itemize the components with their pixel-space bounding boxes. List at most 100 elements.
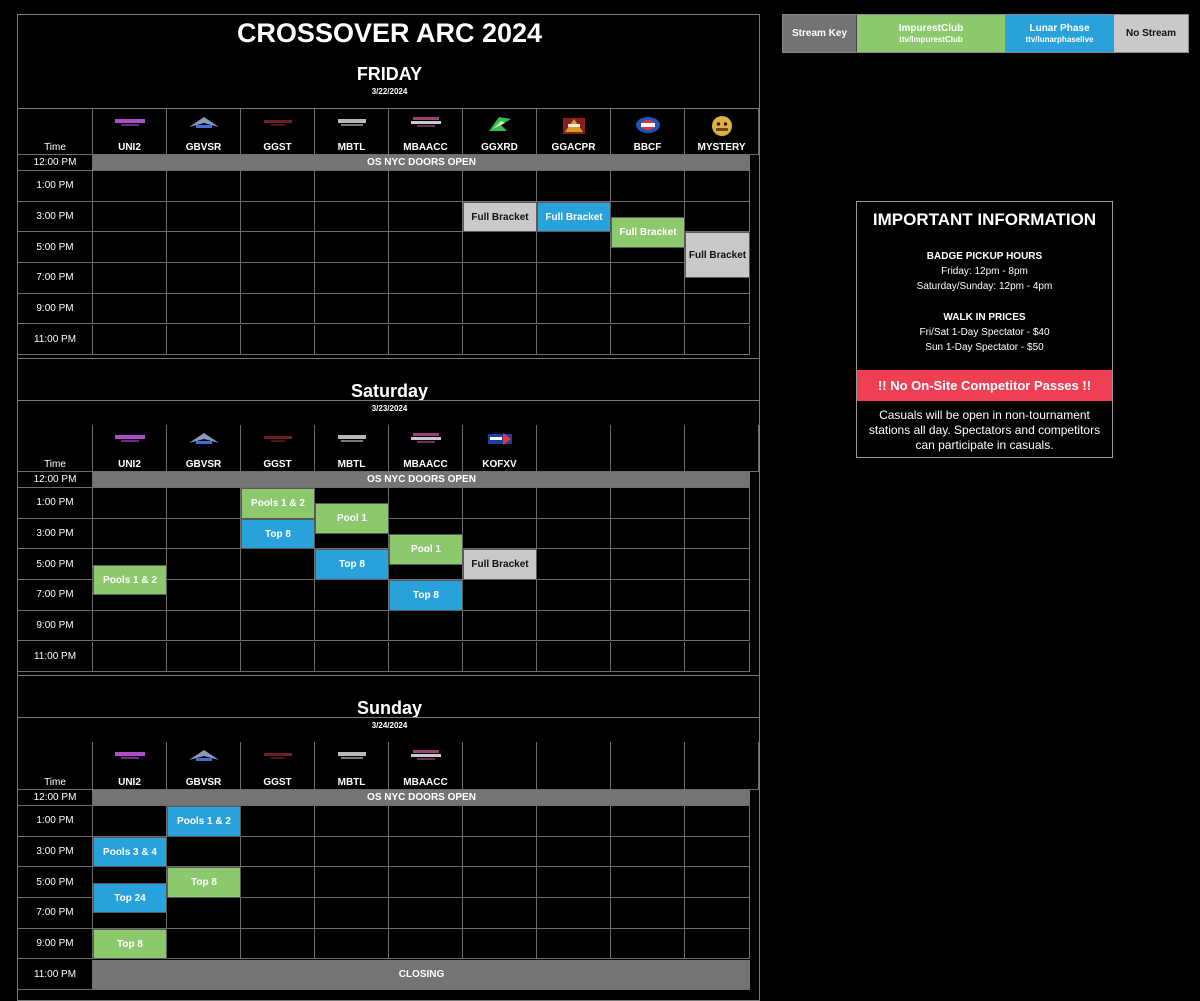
schedule-cell bbox=[611, 518, 685, 550]
schedule-cell bbox=[463, 324, 537, 356]
schedule-cell bbox=[685, 171, 750, 202]
no-competitor-passes-warning: !! No On-Site Competitor Passes !! bbox=[857, 370, 1112, 401]
schedule-cell bbox=[93, 641, 167, 673]
schedule-cell bbox=[611, 898, 685, 929]
schedule-cell bbox=[685, 806, 750, 837]
game-name: GGXRD bbox=[481, 142, 518, 153]
event-block: Pools 3 & 4 bbox=[93, 836, 167, 868]
schedule-cell bbox=[167, 232, 241, 264]
schedule-cell bbox=[315, 171, 389, 202]
schedule-cell bbox=[537, 898, 611, 929]
event-block: Top 8 bbox=[93, 928, 167, 960]
band-time: 12:00 PM bbox=[18, 155, 93, 171]
schedule-cell bbox=[389, 928, 463, 960]
game-column-header: GGST bbox=[241, 425, 315, 472]
schedule-cell bbox=[685, 324, 750, 356]
game-name: GGST bbox=[263, 459, 292, 470]
schedule-cell bbox=[537, 171, 611, 202]
schedule-cell bbox=[167, 549, 241, 581]
schedule-cell bbox=[167, 518, 241, 550]
schedule-cell bbox=[389, 263, 463, 294]
day-divider bbox=[18, 675, 759, 676]
game-name: BBCF bbox=[633, 142, 662, 153]
time-header: Time bbox=[44, 777, 66, 788]
game-column-header: MYSTERY bbox=[685, 109, 759, 155]
schedule-cell bbox=[389, 836, 463, 868]
event-block: Top 8 bbox=[241, 518, 315, 550]
game-name: MBAACC bbox=[403, 459, 448, 470]
game-column-header: MBTL bbox=[315, 109, 389, 155]
doors-open-band: OS NYC DOORS OPEN bbox=[93, 790, 750, 806]
time-label: 3:00 PM bbox=[18, 836, 93, 868]
stream-key-impurest: ImpurestClub ttv/ImpurestClub bbox=[857, 15, 1005, 52]
event-block: Pools 1 & 2 bbox=[93, 564, 167, 596]
schedule-cell bbox=[241, 171, 315, 202]
schedule-cell bbox=[463, 580, 537, 611]
schedule-cell bbox=[685, 867, 750, 899]
schedule-cell bbox=[93, 324, 167, 356]
game-column-header: GGST bbox=[241, 742, 315, 790]
schedule-cell bbox=[167, 263, 241, 294]
walkin-line: Fri/Sat 1-Day Spectator - $40 bbox=[919, 327, 1050, 338]
event-block: Top 24 bbox=[93, 882, 167, 914]
schedule-cell bbox=[685, 518, 750, 550]
schedule-cell bbox=[685, 488, 750, 519]
game-column-header: GBVSR bbox=[167, 425, 241, 472]
game-column-header bbox=[537, 425, 611, 472]
day-name: Saturday bbox=[350, 381, 429, 401]
schedule-cell bbox=[537, 324, 611, 356]
time-label: 5:00 PM bbox=[18, 549, 93, 581]
schedule-cell bbox=[93, 263, 167, 294]
schedule-cell bbox=[463, 836, 537, 868]
kofxv-logo-icon bbox=[487, 431, 513, 452]
schedule-cell bbox=[537, 549, 611, 581]
game-column-header: GGACPR bbox=[537, 109, 611, 155]
schedule-cell bbox=[167, 928, 241, 960]
time-label: 7:00 PM bbox=[18, 898, 93, 929]
schedule-cell bbox=[167, 641, 241, 673]
band-time: 12:00 PM bbox=[18, 790, 93, 806]
day-divider bbox=[18, 358, 759, 359]
schedule-cell bbox=[463, 867, 537, 899]
schedule-cell bbox=[537, 806, 611, 837]
schedule-cell bbox=[93, 293, 167, 325]
game-name: GBVSR bbox=[185, 459, 222, 470]
schedule-cell bbox=[537, 232, 611, 264]
uni2-logo-icon bbox=[113, 431, 147, 449]
event-block: Top 8 bbox=[389, 580, 463, 611]
schedule-cell bbox=[537, 928, 611, 960]
schedule-cell bbox=[167, 488, 241, 519]
game-column-header: KOFXV bbox=[463, 425, 537, 472]
schedule-cell bbox=[537, 836, 611, 868]
schedule-cell bbox=[463, 518, 537, 550]
schedule-cell bbox=[241, 549, 315, 581]
schedule-cell bbox=[315, 641, 389, 673]
stream-key-none: No Stream bbox=[1114, 15, 1188, 52]
schedule-cell bbox=[463, 232, 537, 264]
schedule-cell bbox=[685, 898, 750, 929]
time-label: 7:00 PM bbox=[18, 580, 93, 611]
stream-key-lunar: Lunar Phase ttv/lunarphaselive bbox=[1005, 15, 1114, 52]
schedule-cell bbox=[389, 232, 463, 264]
schedule-cell bbox=[611, 806, 685, 837]
event-block: Pool 1 bbox=[389, 534, 463, 565]
schedule-cell bbox=[537, 610, 611, 642]
mbaacc-logo-icon bbox=[409, 115, 443, 134]
event-block: Full Bracket bbox=[463, 201, 537, 233]
badge-line: Friday: 12pm - 8pm bbox=[941, 266, 1028, 277]
schedule-cell bbox=[537, 641, 611, 673]
bbcf-logo-icon bbox=[634, 115, 662, 140]
schedule-cell bbox=[241, 898, 315, 929]
mbaacc-logo-icon bbox=[409, 748, 443, 767]
schedule-cell bbox=[315, 806, 389, 837]
event-block: Top 8 bbox=[167, 867, 241, 899]
gbvsr-logo-icon bbox=[187, 431, 221, 452]
event-block: Full Bracket bbox=[537, 201, 611, 233]
important-info-box: IMPORTANT INFORMATION BADGE PICKUP HOURS… bbox=[856, 201, 1113, 458]
schedule-cell bbox=[463, 806, 537, 837]
game-name: UNI2 bbox=[118, 142, 141, 153]
game-name: GGACPR bbox=[551, 142, 596, 153]
schedule-cell bbox=[167, 898, 241, 929]
walkin-line: Sun 1-Day Spectator - $50 bbox=[925, 342, 1044, 353]
time-label: 5:00 PM bbox=[18, 867, 93, 899]
